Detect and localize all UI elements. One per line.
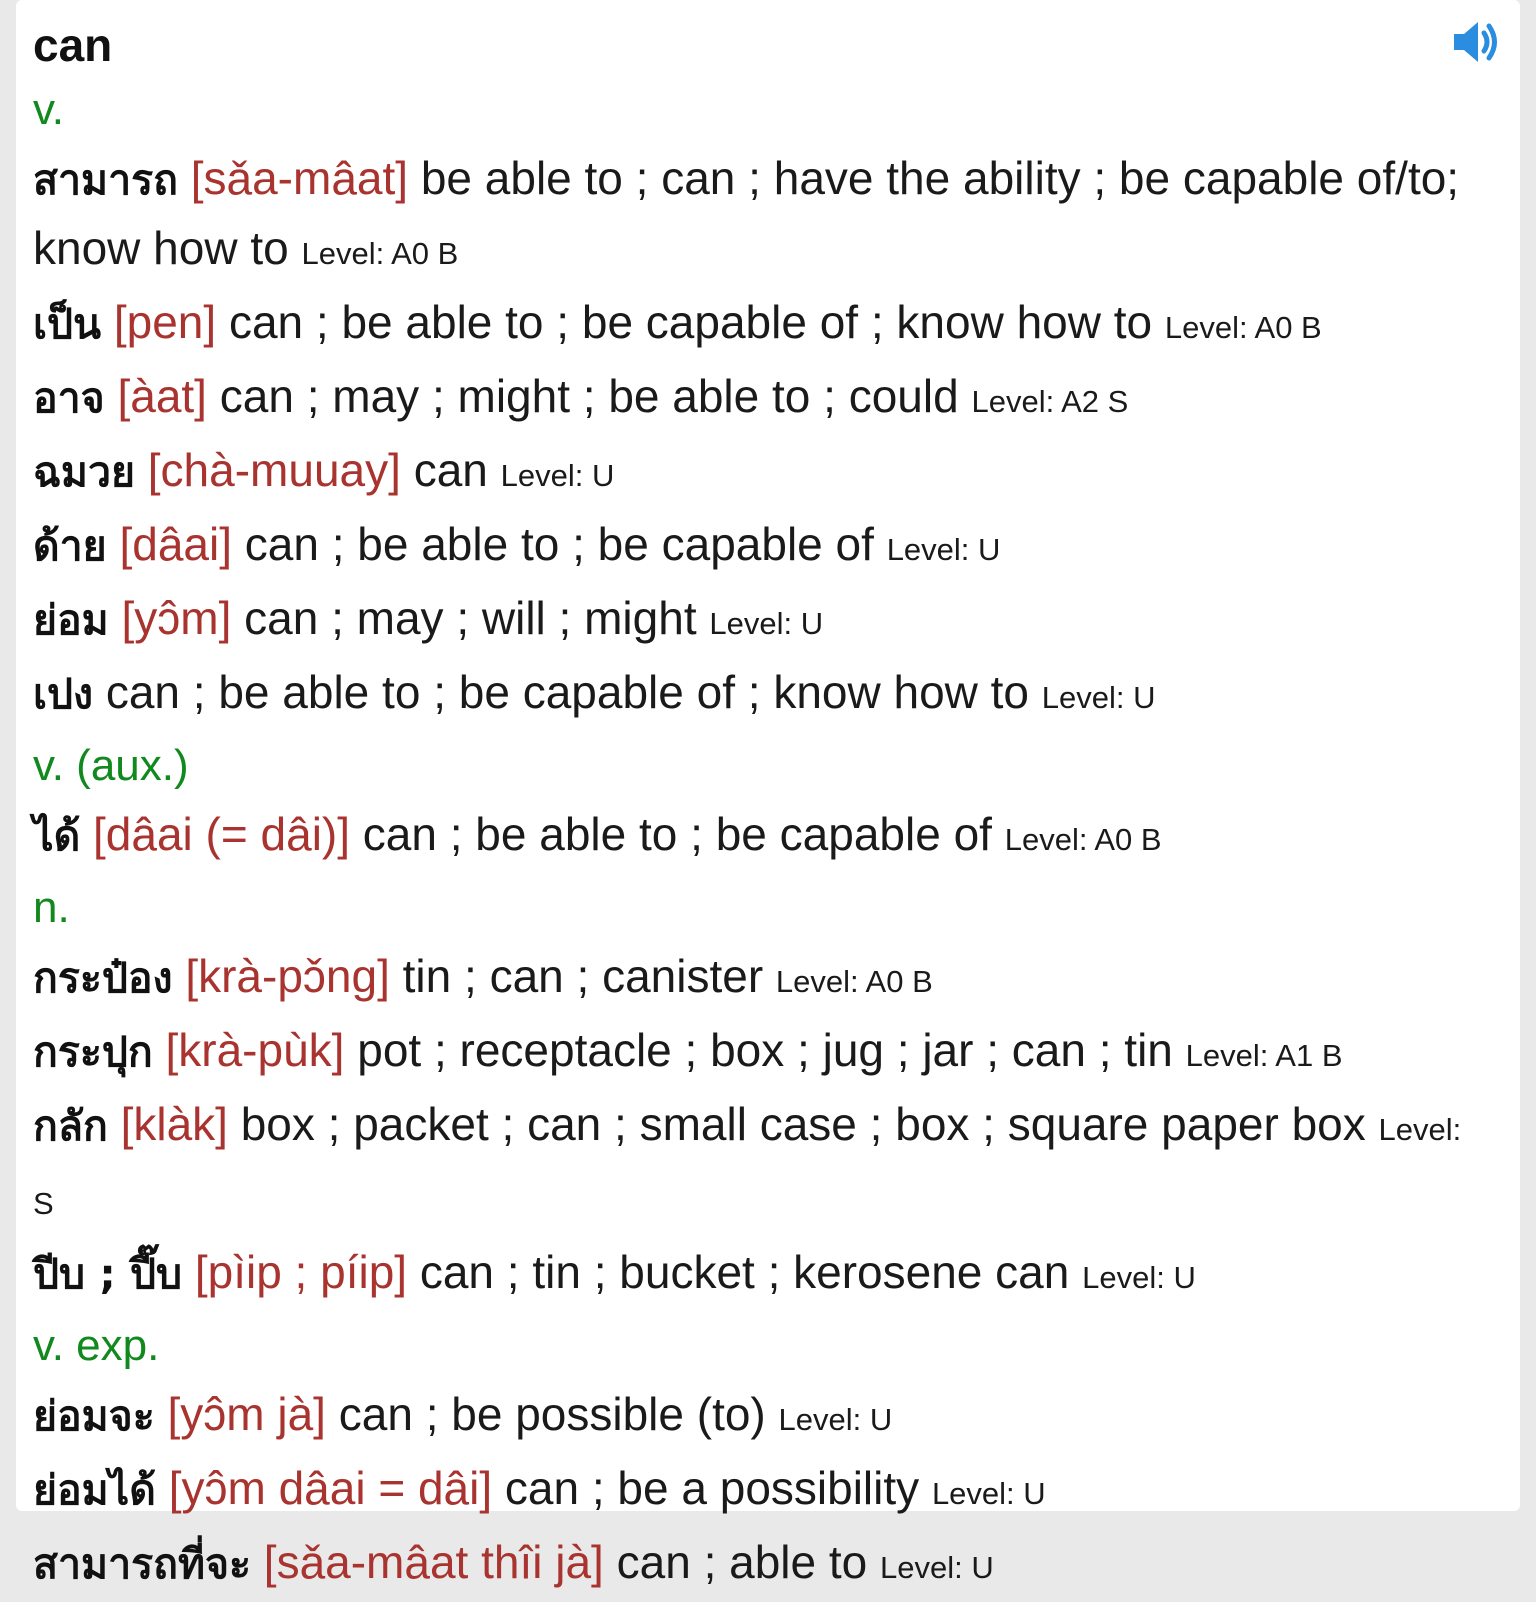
romanization: [pìip ; píip] [194,1246,408,1298]
definition-entry: ย่อม [yɔ̂m] can ; may ; will ; might Lev… [33,584,1473,658]
definition-text: can ; may ; will ; might [244,592,697,644]
level-label: Level: U [709,606,824,641]
speaker-volume-icon[interactable] [1450,18,1502,66]
level-label: Level: U [1041,680,1156,715]
level-label: Level: U [931,1476,1046,1511]
thai-word: ปีบ ; ปี๊บ [33,1250,183,1298]
level-label: Level: A0 B [775,964,933,999]
definition-text: can [413,444,488,496]
romanization: [krà-pɔ̌ng] [185,950,390,1002]
level-label: Level: A1 B [1185,1038,1343,1073]
definition-text: can ; be able to ; be capable of ; know … [105,666,1030,718]
definition-text: can ; may ; might ; be able to ; could [219,370,959,422]
romanization: [sǎa-mâat thîi jà] [263,1536,604,1588]
definition-text: pot ; receptacle ; box ; jug ; jar ; can… [357,1024,1173,1076]
thai-word: ได้ [33,812,81,860]
definition-text: can ; be possible (to) [338,1388,766,1440]
dictionary-card: can v. สามารถ [sǎa-mâat] be able to ; can… [16,0,1520,1588]
romanization: [krà-pùk] [165,1024,345,1076]
thai-word: สามารถที่จะ [33,1540,252,1588]
level-label: Level: U [500,458,615,493]
headword: can [33,19,113,71]
definition-entry: กระป๋อง [krà-pɔ̌ng] tin ; can ; canister… [33,942,1473,1016]
definition-text: can ; able to [616,1536,868,1588]
thai-word: เป็น [33,300,102,348]
thai-word: อาจ [33,374,105,422]
part-of-speech: n. [33,883,70,932]
definition-entry: กระปุก [krà-pùk] pot ; receptacle ; box … [33,1016,1473,1090]
definition-entry: ด้าย [dâai] can ; be able to ; be capabl… [33,510,1473,584]
definition-text: can ; tin ; bucket ; kerosene can [419,1246,1070,1298]
thai-word: ย่อมได้ [33,1466,156,1514]
definition-entry: อาจ [àat] can ; may ; might ; be able to… [33,362,1473,436]
romanization: [chà-muuay] [147,444,401,496]
romanization: [yɔ̂m] [121,592,232,644]
level-label: Level: U [1082,1260,1196,1295]
thai-word: ฉมวย [33,448,135,496]
definition-entry: สามารถ [sǎa-mâat] be able to ; can ; hav… [33,144,1473,288]
thai-word: ด้าย [33,522,107,570]
definition-text: tin ; can ; canister [402,950,764,1002]
thai-word: กระป๋อง [33,954,173,1002]
romanization: [dâai] [119,518,232,570]
definition-entry: ย่อมจะ [yɔ̂m jà] can ; be possible (to) … [33,1380,1473,1454]
level-label: Level: A2 S [971,384,1129,419]
definition-text: can ; be able to ; be capable of [244,518,874,570]
romanization: [yɔ̂m dâai = dâi] [168,1462,493,1514]
romanization: [klàk] [120,1098,228,1150]
level-label: Level: A0 B [1004,822,1162,857]
level-label: Level: U [880,1550,994,1585]
thai-word: สามารถ [33,156,178,204]
thai-word: ย่อมจะ [33,1392,155,1440]
thai-word: กระปุก [33,1028,153,1076]
definition-text: can ; be a possibility [504,1462,920,1514]
level-label: Level: A0 B [301,236,459,271]
romanization: [pen] [113,296,217,348]
romanization: [yɔ̂m jà] [167,1388,326,1440]
definition-entry: ปีบ ; ปี๊บ [pìip ; píip] can ; tin ; buc… [33,1238,1473,1312]
definition-sections: v. สามารถ [sǎa-mâat] be able to ; can ; h… [33,76,1473,1602]
part-of-speech: v. (aux.) [33,741,189,790]
definition-entry: กลัก [klàk] box ; packet ; can ; small c… [33,1090,1473,1238]
definition-entry: เปง can ; be able to ; be capable of ; k… [33,658,1473,732]
level-label: Level: A0 B [1164,310,1322,345]
thai-word: เปง [33,670,94,718]
level-label: Level: U [778,1402,893,1437]
definition-entry: ได้ [dâai (= dâi)] can ; be able to ; be… [33,800,1473,874]
part-of-speech: v. [33,85,64,134]
thai-word: ย่อม [33,596,109,644]
definition-entry: ฉมวย [chà-muuay] can Level: U [33,436,1473,510]
definition-entry: ย่อมได้ [yɔ̂m dâai = dâi] can ; be a pos… [33,1454,1473,1528]
entry-content: can v. สามารถ [sǎa-mâat] be able to ; can… [33,14,1473,1602]
definition-text: can ; be able to ; be capable of ; know … [228,296,1153,348]
definition-entry: สามารถที่จะ [sǎa-mâat thîi jà] can ; abl… [33,1528,1473,1602]
definition-entry: เป็น [pen] can ; be able to ; be capable… [33,288,1473,362]
definition-text: can ; be able to ; be capable of [362,808,992,860]
romanization: [dâai (= dâi)] [93,808,351,860]
level-label: Level: U [886,532,1001,567]
definition-text: box ; packet ; can ; small case ; box ; … [240,1098,1366,1150]
thai-word: กลัก [33,1102,108,1150]
part-of-speech: v. exp. [33,1321,160,1370]
romanization: [àat] [117,370,207,422]
romanization: [sǎa-mâat] [190,152,409,204]
